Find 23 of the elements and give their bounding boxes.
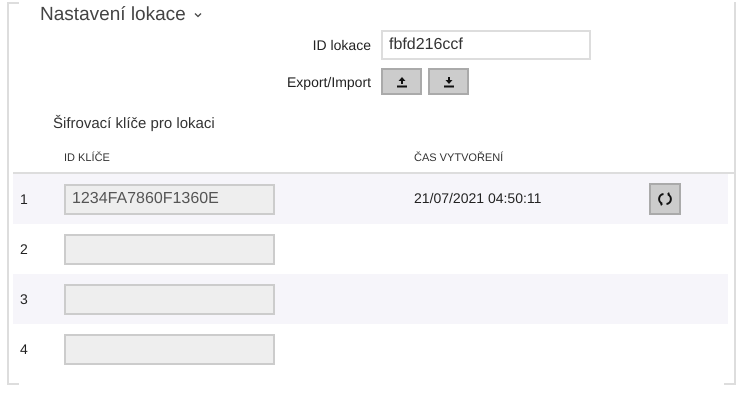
key-field[interactable] [64,284,275,314]
chevron-icon[interactable] [194,12,202,18]
refresh-icon [657,191,673,207]
column-header: ČAS VYTVOŘENÍ [414,152,504,164]
field-label: Export/Import [286,74,371,90]
column-header: ID KLÍČE [64,152,111,164]
key-field[interactable] [64,334,275,364]
refresh-button[interactable] [649,183,681,215]
row-number: 2 [19,241,29,257]
export-button[interactable] [381,68,422,95]
row-number: 4 [19,341,29,357]
row-number: 3 [19,291,29,307]
upload-icon [396,76,408,88]
input-field[interactable]: fbfd216ccf [381,30,591,60]
key-field[interactable]: 1234FA7860F1360E [64,184,275,214]
section-title: Nastavení lokace [40,4,186,26]
import-button[interactable] [428,68,469,95]
created-time: 21/07/2021 04:50:11 [414,190,542,206]
key-field[interactable] [64,234,275,264]
field-label: ID lokace [312,37,371,53]
download-icon [442,76,454,88]
section-subtitle: Šifrovací klíče pro lokaci [53,115,216,132]
row-number: 1 [19,191,29,207]
